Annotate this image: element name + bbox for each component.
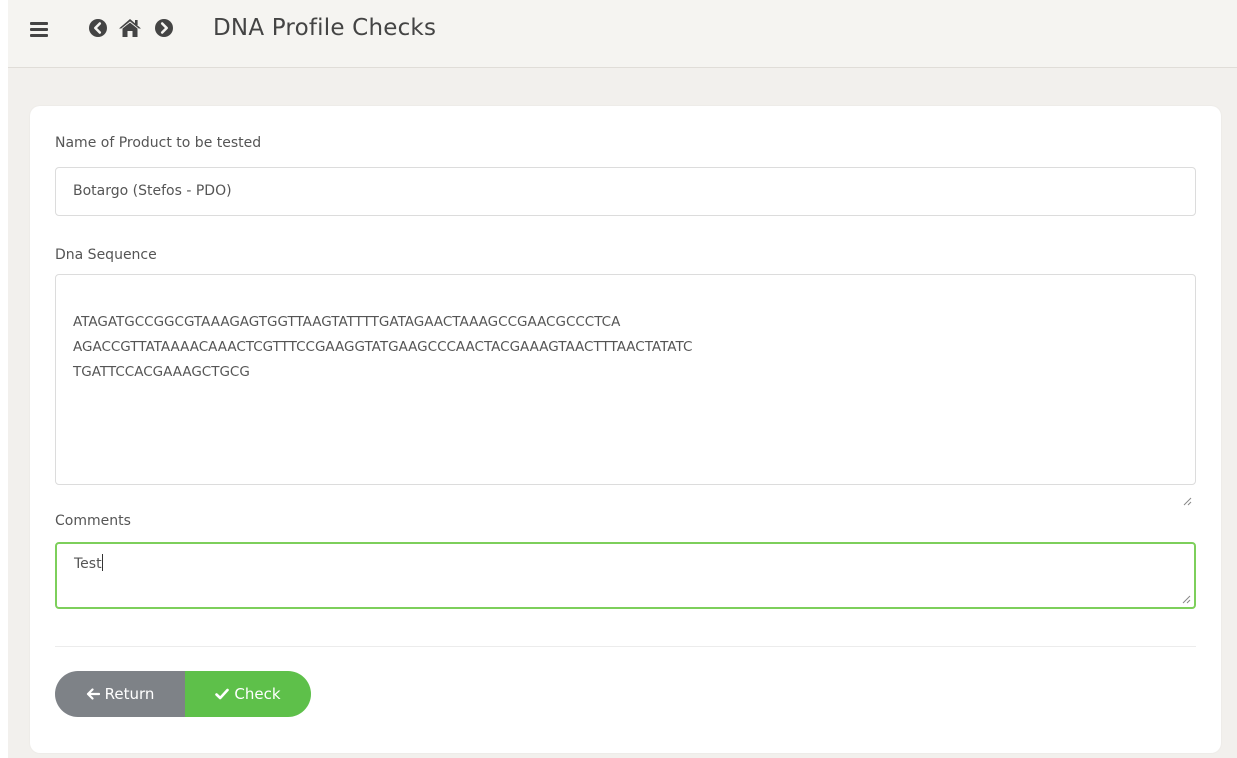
arrow-left-icon bbox=[86, 687, 100, 701]
app-window: DNA Profile Checks Name of Product to be… bbox=[8, 0, 1237, 758]
text-caret bbox=[101, 554, 103, 571]
check-button-label: Check bbox=[234, 685, 281, 703]
comments-textarea[interactable]: Test bbox=[55, 542, 1196, 609]
back-circle-icon[interactable] bbox=[88, 18, 108, 38]
dna-sequence-textarea[interactable]: ATAGATGCCGGCGTAAAGAGTGGTTAAGTATTTTGATAGA… bbox=[55, 274, 1196, 506]
resize-grip-icon[interactable] bbox=[1181, 594, 1191, 604]
return-button-label: Return bbox=[104, 685, 155, 703]
dna-sequence-value: ATAGATGCCGGCGTAAAGAGTGGTTAAGTATTTTGATAGA… bbox=[73, 314, 693, 380]
menu-icon[interactable] bbox=[30, 20, 50, 38]
return-button[interactable]: Return bbox=[55, 671, 185, 717]
product-name-label: Name of Product to be tested bbox=[55, 135, 262, 151]
check-button[interactable]: Check bbox=[185, 671, 311, 717]
form-divider bbox=[55, 646, 1196, 647]
comments-value: Test bbox=[74, 556, 102, 572]
product-name-input[interactable]: Botargo (Stefos - PDO) bbox=[55, 167, 1196, 216]
checkmark-icon bbox=[215, 687, 230, 701]
page-title: DNA Profile Checks bbox=[213, 15, 437, 41]
forward-circle-icon[interactable] bbox=[154, 18, 174, 38]
dna-sequence-label: Dna Sequence bbox=[55, 247, 157, 263]
action-buttons: Return Check bbox=[55, 671, 311, 717]
top-bar: DNA Profile Checks bbox=[8, 0, 1237, 68]
form-card: Name of Product to be tested Botargo (St… bbox=[30, 106, 1221, 753]
resize-grip-icon[interactable] bbox=[1182, 471, 1192, 506]
comments-label: Comments bbox=[55, 513, 131, 529]
home-icon[interactable] bbox=[118, 18, 142, 38]
